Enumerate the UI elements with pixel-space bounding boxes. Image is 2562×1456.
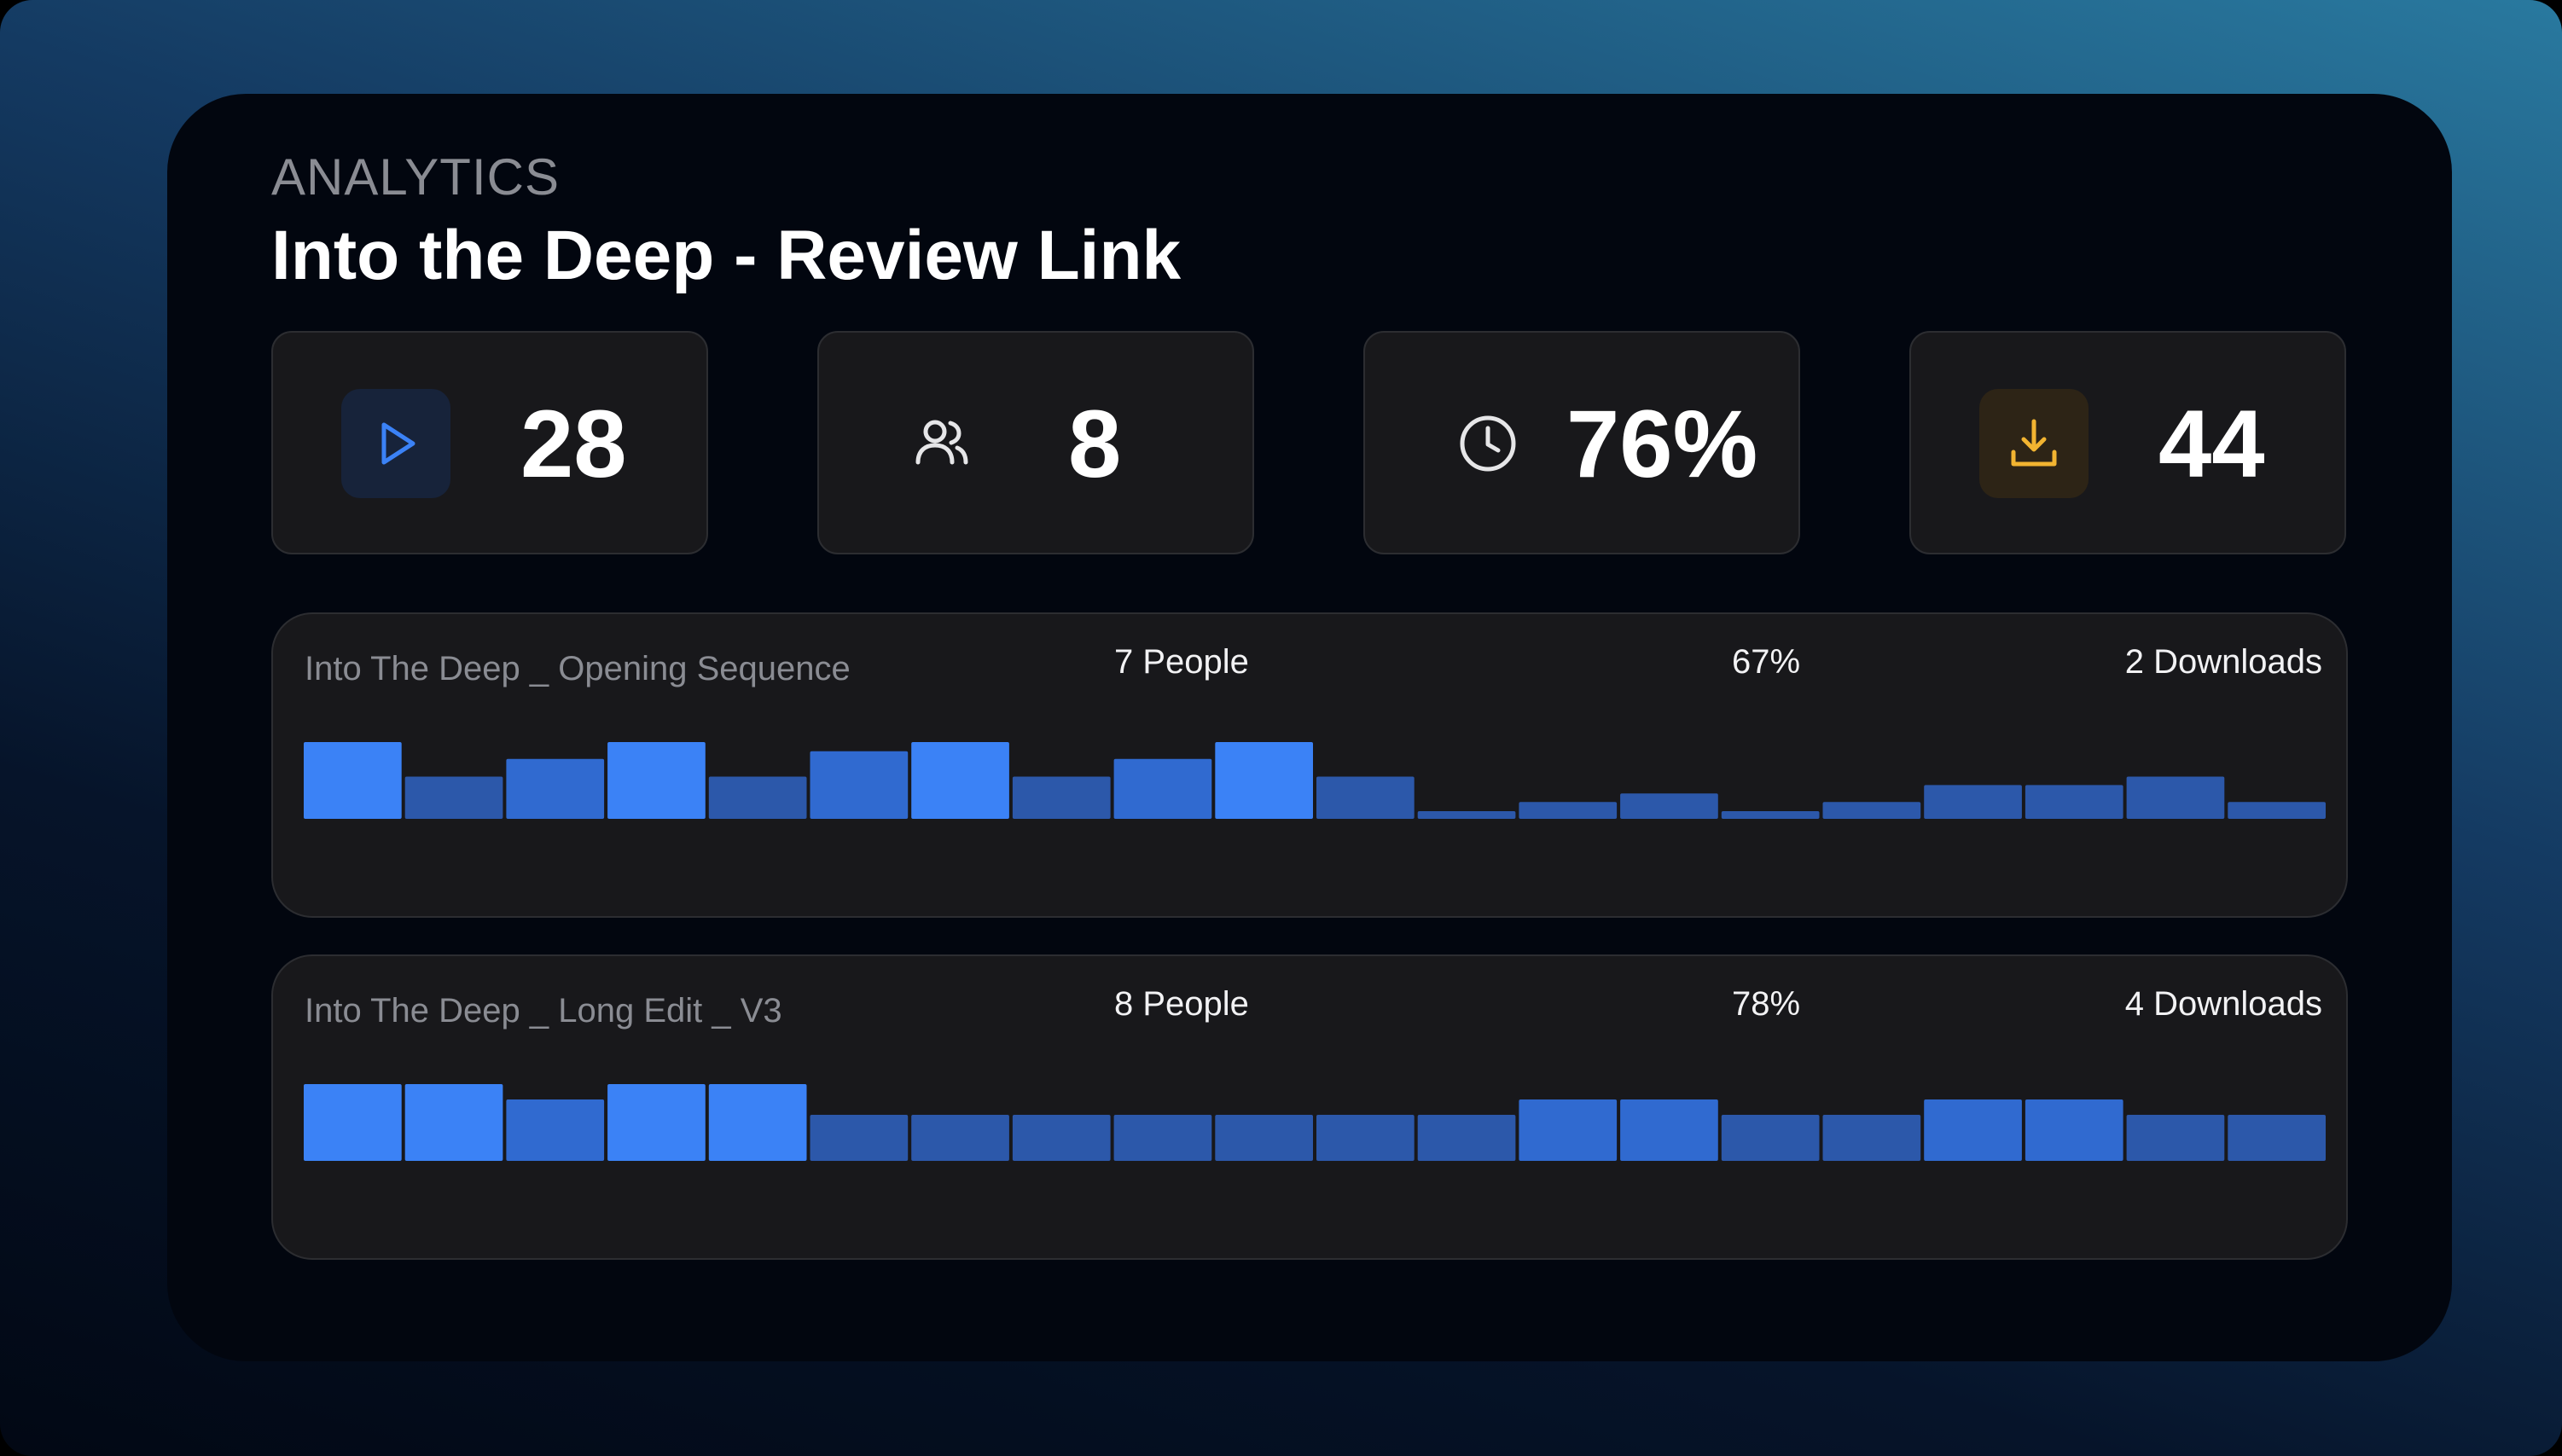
chart-bar xyxy=(1822,802,1921,819)
chart-bar xyxy=(1620,793,1718,819)
chart-bar xyxy=(911,742,1009,819)
chart-bar xyxy=(911,1115,1009,1161)
backdrop: ANALYTICS Into the Deep - Review Link 28… xyxy=(0,0,2562,1456)
asset-name: Into The Deep _ Opening Sequence xyxy=(305,650,851,687)
chart-bar xyxy=(1316,1115,1415,1161)
chart-bar xyxy=(810,751,909,819)
chart-bar xyxy=(1215,742,1313,819)
asset-completion-percent: 78% xyxy=(1732,985,1801,1023)
chart-bar xyxy=(2025,785,2123,819)
stat-card-viewers: 8 xyxy=(817,331,1254,554)
page-title: Into the Deep - Review Link xyxy=(271,217,1182,294)
chart-bar xyxy=(708,1084,807,1161)
chart-bar xyxy=(607,1084,706,1161)
chart-bar xyxy=(1113,758,1212,819)
stat-card-completion: 76% xyxy=(1363,331,1800,554)
chart-bar xyxy=(1012,1115,1111,1161)
asset-name: Into The Deep _ Long Edit _ V3 xyxy=(305,992,782,1030)
asset-download-count: 4 Downloads xyxy=(2124,985,2322,1023)
chart-bar xyxy=(2126,1115,2225,1161)
chart-bar xyxy=(1519,1099,1618,1161)
clock-icon xyxy=(1433,389,1542,498)
chart-bar xyxy=(1519,802,1618,819)
asset-heatmap-chart xyxy=(304,1084,2326,1161)
chart-bar xyxy=(1316,776,1415,819)
asset-row-opening-sequence[interactable]: Into The Deep _ Opening Sequence 7 Peopl… xyxy=(271,612,2348,918)
chart-bar xyxy=(2025,1099,2123,1161)
chart-bar xyxy=(404,776,503,819)
chart-bar xyxy=(1620,1099,1718,1161)
stat-value-plays: 28 xyxy=(520,391,627,497)
chart-bar xyxy=(506,758,605,819)
asset-completion-percent: 67% xyxy=(1732,643,1801,681)
chart-bar xyxy=(1417,1115,1516,1161)
stat-value-downloads: 44 xyxy=(2158,391,2265,497)
asset-download-count: 2 Downloads xyxy=(2124,643,2322,681)
asset-people-count: 8 People xyxy=(1114,985,1249,1023)
chart-bar xyxy=(404,1084,503,1161)
chart-bar xyxy=(1417,811,1516,819)
chart-bar xyxy=(810,1115,909,1161)
download-icon xyxy=(1979,389,2089,498)
chart-bar xyxy=(304,1084,402,1161)
chart-bar xyxy=(2228,802,2326,819)
chart-bar xyxy=(1721,811,1820,819)
asset-row-long-edit-v3[interactable]: Into The Deep _ Long Edit _ V3 8 People … xyxy=(271,954,2348,1260)
asset-heatmap-chart xyxy=(304,742,2326,819)
chart-bar xyxy=(304,742,402,819)
chart-bar xyxy=(1215,1115,1313,1161)
play-icon xyxy=(341,389,450,498)
chart-bar xyxy=(1924,785,2022,819)
section-eyebrow: ANALYTICS xyxy=(271,148,560,206)
chart-bar xyxy=(1721,1115,1820,1161)
users-icon xyxy=(887,389,996,498)
chart-bar xyxy=(708,776,807,819)
chart-bar xyxy=(1113,1115,1212,1161)
chart-bar xyxy=(607,742,706,819)
chart-bar xyxy=(506,1099,605,1161)
stat-value-completion: 76% xyxy=(1566,391,1758,497)
chart-bar xyxy=(1822,1115,1921,1161)
chart-bar xyxy=(2126,776,2225,819)
stat-card-downloads: 44 xyxy=(1909,331,2346,554)
asset-people-count: 7 People xyxy=(1114,643,1249,681)
chart-bar xyxy=(1012,776,1111,819)
stat-card-plays: 28 xyxy=(271,331,708,554)
chart-bar xyxy=(2228,1115,2326,1161)
stat-value-viewers: 8 xyxy=(1068,391,1122,497)
chart-bar xyxy=(1924,1099,2022,1161)
